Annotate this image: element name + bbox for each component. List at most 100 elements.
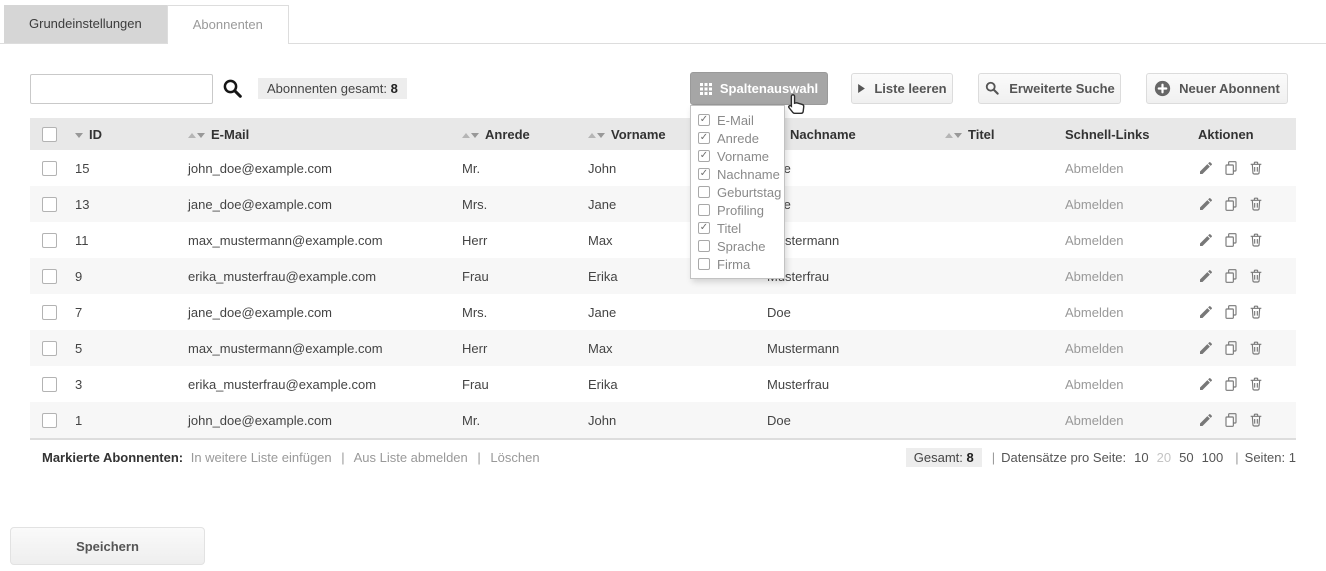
edit-icon[interactable] — [1198, 376, 1214, 392]
sort-icons[interactable] — [462, 133, 479, 138]
copy-icon[interactable] — [1223, 376, 1239, 392]
edit-icon[interactable] — [1198, 232, 1214, 248]
column-option-anrede[interactable]: ✓Anrede — [698, 129, 784, 147]
copy-icon[interactable] — [1223, 412, 1239, 428]
column-option-profiling[interactable]: Profiling — [698, 201, 784, 219]
sort-desc-icon[interactable] — [197, 133, 205, 138]
save-button[interactable]: Speichern — [10, 527, 205, 565]
abmelden-link[interactable]: Abmelden — [1065, 413, 1124, 428]
page-size-20[interactable]: 20 — [1157, 450, 1171, 465]
row-checkbox[interactable] — [42, 413, 57, 428]
abmelden-link[interactable]: Abmelden — [1065, 161, 1124, 176]
tab-abonnenten[interactable]: Abonnenten — [167, 5, 289, 44]
copy-icon[interactable] — [1223, 340, 1239, 356]
row-checkbox[interactable] — [42, 377, 57, 392]
tab-grundeinstellungen[interactable]: Grundeinstellungen — [4, 5, 167, 43]
copy-icon[interactable] — [1223, 268, 1239, 284]
select-all-checkbox[interactable] — [42, 127, 57, 142]
checked-checkbox-icon[interactable]: ✓ — [698, 150, 710, 162]
page-size-10[interactable]: 10 — [1134, 450, 1148, 465]
column-option-e-mail[interactable]: ✓E-Mail — [698, 111, 784, 129]
new-subscriber-button[interactable]: Neuer Abonnent — [1146, 73, 1288, 104]
delete-icon[interactable] — [1248, 412, 1264, 428]
sort-icons[interactable] — [75, 133, 83, 138]
page-size-100[interactable]: 100 — [1202, 450, 1224, 465]
sort-desc-icon[interactable] — [597, 133, 605, 138]
delete-icon[interactable] — [1248, 304, 1264, 320]
sort-asc-icon[interactable] — [945, 133, 953, 138]
row-checkbox[interactable] — [42, 161, 57, 176]
delete-icon[interactable] — [1248, 340, 1264, 356]
edit-icon[interactable] — [1198, 160, 1214, 176]
column-option-geburtstag[interactable]: Geburtstag — [698, 183, 784, 201]
abmelden-link[interactable]: Abmelden — [1065, 341, 1124, 356]
sort-desc-icon[interactable] — [954, 133, 962, 138]
row-checkbox[interactable] — [42, 305, 57, 320]
checked-checkbox-icon[interactable]: ✓ — [698, 222, 710, 234]
row-checkbox[interactable] — [42, 233, 57, 248]
page-size-50[interactable]: 50 — [1179, 450, 1193, 465]
sort-desc-icon[interactable] — [75, 133, 83, 138]
column-header-schnell-links[interactable]: Schnell-Links — [1053, 118, 1186, 150]
checked-checkbox-icon[interactable]: ✓ — [698, 114, 710, 126]
edit-icon[interactable] — [1198, 196, 1214, 212]
advanced-search-button[interactable]: Erweiterte Suche — [978, 73, 1121, 104]
search-input[interactable] — [30, 74, 213, 104]
delete-icon[interactable] — [1248, 376, 1264, 392]
search-icon[interactable] — [221, 77, 245, 101]
column-header-id[interactable]: ID — [63, 118, 176, 150]
sort-desc-icon[interactable] — [471, 133, 479, 138]
cell-nachname: Doe — [755, 402, 933, 438]
unchecked-checkbox-icon[interactable] — [698, 204, 710, 216]
column-option-nachname[interactable]: ✓Nachname — [698, 165, 784, 183]
abmelden-link[interactable]: Abmelden — [1065, 305, 1124, 320]
edit-icon[interactable] — [1198, 268, 1214, 284]
unchecked-checkbox-icon[interactable] — [698, 240, 710, 252]
column-select-button[interactable]: Spaltenauswahl — [690, 72, 828, 105]
delete-icon[interactable] — [1248, 268, 1264, 284]
sort-icons[interactable] — [945, 133, 962, 138]
row-checkbox[interactable] — [42, 341, 57, 356]
column-option-firma[interactable]: Firma — [698, 255, 784, 273]
clear-list-button[interactable]: Liste leeren — [851, 73, 953, 104]
column-header-aktionen[interactable]: Aktionen — [1186, 118, 1296, 150]
edit-icon[interactable] — [1198, 304, 1214, 320]
unchecked-checkbox-icon[interactable] — [698, 258, 710, 270]
column-option-vorname[interactable]: ✓Vorname — [698, 147, 784, 165]
column-header-label: Schnell-Links — [1065, 127, 1150, 142]
copy-icon[interactable] — [1223, 232, 1239, 248]
copy-icon[interactable] — [1223, 304, 1239, 320]
row-checkbox[interactable] — [42, 197, 57, 212]
abmelden-link[interactable]: Abmelden — [1065, 197, 1124, 212]
separator: | — [992, 450, 995, 465]
delete-icon[interactable] — [1248, 160, 1264, 176]
delete-icon[interactable] — [1248, 232, 1264, 248]
copy-icon[interactable] — [1223, 160, 1239, 176]
column-header-e-mail[interactable]: E-Mail — [176, 118, 450, 150]
abmelden-link[interactable]: Abmelden — [1065, 377, 1124, 392]
edit-icon[interactable] — [1198, 412, 1214, 428]
sort-icons[interactable] — [188, 133, 205, 138]
unchecked-checkbox-icon[interactable] — [698, 186, 710, 198]
separator: | — [341, 450, 344, 465]
sort-asc-icon[interactable] — [588, 133, 596, 138]
unsubscribe-from-list-link[interactable]: Aus Liste abmelden — [354, 450, 468, 465]
add-to-list-link[interactable]: In weitere Liste einfügen — [191, 450, 332, 465]
abmelden-link[interactable]: Abmelden — [1065, 269, 1124, 284]
column-header-anrede[interactable]: Anrede — [450, 118, 576, 150]
cell-quick-links: Abmelden — [1053, 330, 1186, 366]
delete-marked-link[interactable]: Löschen — [490, 450, 539, 465]
sort-asc-icon[interactable] — [188, 133, 196, 138]
column-option-sprache[interactable]: Sprache — [698, 237, 784, 255]
edit-icon[interactable] — [1198, 340, 1214, 356]
column-header-titel[interactable]: Titel — [933, 118, 1053, 150]
abmelden-link[interactable]: Abmelden — [1065, 233, 1124, 248]
copy-icon[interactable] — [1223, 196, 1239, 212]
column-option-titel[interactable]: ✓Titel — [698, 219, 784, 237]
sort-asc-icon[interactable] — [462, 133, 470, 138]
row-checkbox[interactable] — [42, 269, 57, 284]
checked-checkbox-icon[interactable]: ✓ — [698, 132, 710, 144]
checked-checkbox-icon[interactable]: ✓ — [698, 168, 710, 180]
delete-icon[interactable] — [1248, 196, 1264, 212]
sort-icons[interactable] — [588, 133, 605, 138]
